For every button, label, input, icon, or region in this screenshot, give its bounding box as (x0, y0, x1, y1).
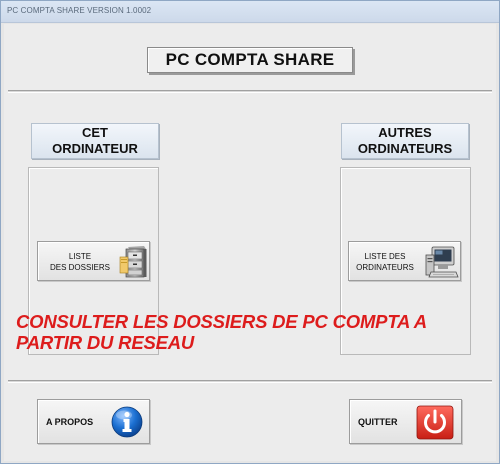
main-panel: PC COMPTA SHARE CET ORDINATEUR AUTRES OR… (4, 24, 496, 461)
about-button[interactable]: A PROPOS (37, 399, 150, 444)
page-title: PC COMPTA SHARE (147, 47, 353, 73)
bottom-divider (8, 380, 492, 383)
quit-button[interactable]: QUITTER (349, 399, 462, 444)
list-computers-label-line1: LISTE DES (364, 252, 406, 261)
this-computer-label-line2: ORDINATEUR (52, 141, 138, 156)
tagline-line1: CONSULTER LES DOSSIERS DE PC COMPTA A (16, 311, 427, 332)
other-computers-label: AUTRES ORDINATEURS (341, 123, 469, 159)
top-divider (8, 90, 492, 93)
tagline: CONSULTER LES DOSSIERS DE PC COMPTA A PA… (16, 311, 486, 353)
list-computers-button-label: LISTE DES ORDINATEURS (352, 251, 418, 273)
list-folders-label-line1: LISTE (68, 252, 92, 261)
quit-button-label: QUITTER (358, 417, 398, 427)
list-folders-button-label: LISTE DES DOSSIERS (42, 251, 118, 273)
list-folders-label-line2: DES DOSSIERS (49, 263, 110, 272)
title-bar[interactable]: PC COMPTA SHARE VERSION 1.0002 (1, 1, 499, 23)
this-computer-label-line1: CET (81, 125, 108, 140)
tagline-line2: PARTIR DU RESEAU (16, 332, 195, 353)
about-button-label: A PROPOS (46, 417, 94, 427)
list-folders-button[interactable]: LISTE DES DOSSIERS (37, 241, 150, 281)
window-title: PC COMPTA SHARE VERSION 1.0002 (7, 6, 152, 15)
file-cabinet-icon (119, 246, 147, 278)
list-computers-button[interactable]: LISTE DES ORDINATEURS (348, 241, 461, 281)
list-computers-label-line2: ORDINATEURS (356, 263, 414, 272)
app-window: PC COMPTA SHARE VERSION 1.0002 PC COMPTA… (0, 0, 500, 464)
other-computers-label-line1: AUTRES (378, 125, 432, 140)
this-computer-label: CET ORDINATEUR (31, 123, 159, 159)
computer-icon (425, 246, 459, 278)
other-computers-label-line2: ORDINATEURS (357, 141, 453, 156)
power-icon (416, 405, 454, 440)
info-icon (111, 406, 143, 438)
